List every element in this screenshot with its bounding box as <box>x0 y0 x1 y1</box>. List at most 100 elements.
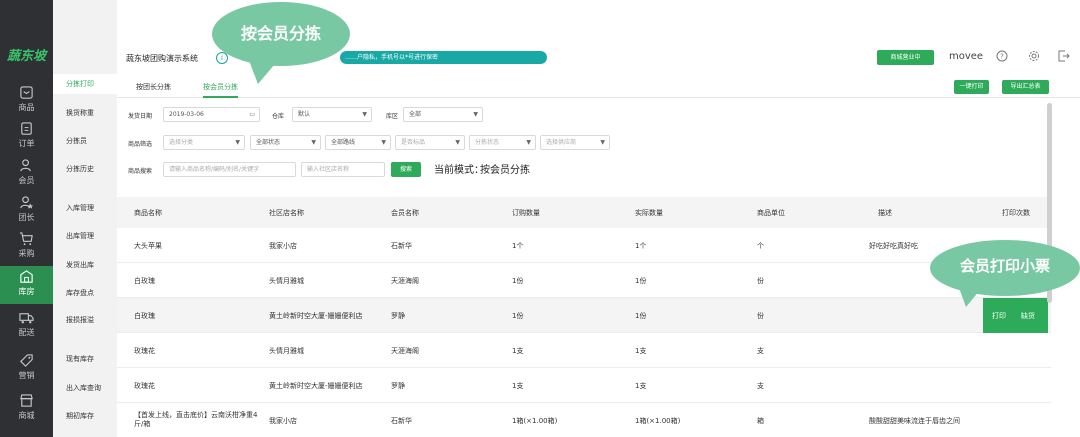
chevron-down-icon: ▼ <box>600 139 605 146</box>
route-select[interactable]: 全部路线 ▼ <box>325 135 391 150</box>
app-title: 蔬东坡团购演示系统 <box>126 54 198 63</box>
zone-select[interactable]: 全部 ▼ <box>403 107 483 122</box>
tab-by-member[interactable]: 按会员分拣 <box>203 82 238 98</box>
goods-search-label: 商品搜索 <box>128 168 153 175</box>
subnav-item-inbound[interactable]: 入库管理 <box>53 198 117 218</box>
search-button[interactable]: 搜索 <box>391 162 421 177</box>
chevron-down-icon: ▼ <box>235 139 240 146</box>
table-row[interactable]: 大头苹果 我家小店 石新华 1个 1个 个 好吃好吃真好吃 <box>117 228 1051 263</box>
cell-member: 罗静 <box>391 312 405 320</box>
cell-unit: 箱 <box>757 417 764 425</box>
cell-member: 天涯海阁 <box>391 347 419 355</box>
truck-icon <box>19 313 34 324</box>
cell-store: 头情月雅城 <box>269 277 304 285</box>
leader-icon <box>20 196 34 209</box>
cell-store: 黄土岭新时空大厦-姗姗便利店 <box>269 382 363 390</box>
current-mode-label: 当前模式： <box>434 165 484 176</box>
rail-item-leaders[interactable]: 团长 <box>0 192 53 230</box>
cell-actual: 1个 <box>635 242 647 250</box>
print-button[interactable]: 打印 <box>992 311 1006 321</box>
cell-goods: 白玫瑰 <box>134 277 155 285</box>
ship-date-picker[interactable]: 2019-03-06 ▭ <box>163 107 260 122</box>
rail-item-members[interactable]: 会员 <box>0 155 53 193</box>
cell-unit: 支 <box>757 347 764 355</box>
subnav-item-loss-report[interactable]: 报损报溢 <box>53 310 117 330</box>
subnav-item-stock-query[interactable]: 出入库查询 <box>53 378 117 398</box>
rail-item-marketing[interactable]: 营销 <box>0 350 53 388</box>
help-icon[interactable]: ? <box>995 50 1009 64</box>
subnav-item-outbound[interactable]: 出库管理 <box>53 226 117 246</box>
rail-item-mall[interactable]: 商城 <box>0 390 53 428</box>
cell-actual: 1箱(×1.00箱) <box>635 417 681 425</box>
cell-ordered: 1个 <box>512 242 524 250</box>
rail-label: 营销 <box>18 371 35 380</box>
table-row[interactable]: 玫瑰花 头情月雅城 天涯海阁 1支 1支 支 <box>117 333 1051 368</box>
rail-item-orders[interactable]: 订单 <box>0 118 53 156</box>
calendar-icon: ▭ <box>249 111 255 118</box>
warehouse-select[interactable]: 默认 ▼ <box>292 107 372 122</box>
category-select[interactable]: 选择分类 ▼ <box>163 135 245 150</box>
callout-print-receipt: 会员打印小票 <box>930 240 1080 296</box>
subnav-item-stocktake[interactable]: 库存盘点 <box>53 283 117 303</box>
table-header: 商品名称 社区店名称 会员名称 订购数量 实际数量 商品单位 描述 打印次数 <box>117 197 1051 228</box>
supplier-placeholder: 选择供应商 <box>546 139 577 146</box>
table-row[interactable]: 白玫瑰 头情月雅城 天涯海阁 1份 1份 份 <box>117 263 1051 298</box>
tab-by-leader[interactable]: 按团长分拣 <box>136 82 171 92</box>
subnav-item-opening-stock[interactable]: 期初库存 <box>53 406 117 426</box>
sort-status-placeholder: 分拣状态 <box>475 139 500 146</box>
standard-placeholder: 是否标品 <box>401 139 426 146</box>
logo-text: 蔬东坡 <box>7 49 47 64</box>
column-header: 会员名称 <box>391 209 419 217</box>
cell-store: 我家小店 <box>269 417 297 425</box>
svg-text:?: ? <box>1000 53 1004 61</box>
rail-label: 团长 <box>18 213 35 222</box>
cell-unit: 支 <box>757 382 764 390</box>
rail-label: 采购 <box>18 249 35 258</box>
cell-ordered: 1支 <box>512 382 524 390</box>
cell-desc: 好吃好吃真好吃 <box>869 242 918 250</box>
rail-item-purchase[interactable]: 采购 <box>0 228 53 266</box>
column-header: 打印次数 <box>1002 209 1030 217</box>
table-row[interactable]: 【首发上线，直击底价】云南沃柑净重4斤/箱 我家小店 石新华 1箱(×1.00箱… <box>117 403 1051 437</box>
rail-item-delivery[interactable]: 配送 <box>0 307 53 345</box>
subnav-item-reweigh[interactable]: 换货称重 <box>53 103 117 123</box>
cell-member: 天涯海阁 <box>391 277 419 285</box>
subnav-item-sort-history[interactable]: 分拣历史 <box>53 159 117 179</box>
table-row[interactable]: 玫瑰花 黄土岭新时空大厦-姗姗便利店 罗静 1支 1支 支 <box>117 368 1051 403</box>
out-of-stock-button[interactable]: 缺货 <box>1021 311 1035 321</box>
table-row[interactable]: 白玫瑰 黄土岭新时空大厦-姗姗便利店 罗静 1份 1份 份 打印 缺货 <box>117 298 1051 333</box>
subnav-item-current-stock[interactable]: 现有库存 <box>53 349 117 369</box>
cell-goods: 玫瑰花 <box>134 382 155 390</box>
cell-actual: 1支 <box>635 347 647 355</box>
goods-search-input[interactable]: 请输入商品名称/编码/别名/关键字 <box>163 162 296 177</box>
logout-icon[interactable] <box>1057 50 1071 64</box>
store-search-input[interactable]: 输入社区店名称 <box>301 162 385 177</box>
column-header: 实际数量 <box>635 209 663 217</box>
current-mode-value: 按会员分拣 <box>480 165 530 176</box>
chevron-down-icon: ▼ <box>473 111 478 118</box>
sub-nav: 分拣打印 换货称重 分拣员 分拣历史 入库管理 出库管理 发货出库 库存盘点 报… <box>53 0 117 437</box>
column-header: 订购数量 <box>512 209 540 217</box>
subnav-item-sort-print[interactable]: 分拣打印 <box>53 74 117 94</box>
print-all-button[interactable]: 一键打印 <box>954 80 989 94</box>
username[interactable]: movee <box>949 51 983 62</box>
status-select[interactable]: 全部状态 ▼ <box>250 135 321 150</box>
store-status-button[interactable]: 商城营业中 <box>877 50 934 65</box>
sort-status-select[interactable]: 分拣状态 ▼ <box>469 135 536 150</box>
cell-member: 罗静 <box>391 382 405 390</box>
rail-label: 库房 <box>18 287 35 296</box>
rail-item-warehouse[interactable]: 库房 <box>0 266 53 304</box>
gear-icon[interactable] <box>1027 50 1041 64</box>
chevron-down-icon: ▼ <box>362 111 367 118</box>
status-value: 全部状态 <box>256 139 281 146</box>
subnav-item-sorters[interactable]: 分拣员 <box>53 131 117 151</box>
supplier-select[interactable]: 选择供应商 ▼ <box>540 135 610 150</box>
export-summary-button[interactable]: 导出汇总表 <box>1002 80 1049 94</box>
cell-ordered: 1箱(×1.00箱) <box>512 417 558 425</box>
rail-label: 商品 <box>18 103 35 112</box>
standard-select[interactable]: 是否标品 ▼ <box>395 135 465 150</box>
rail-item-goods[interactable]: 商品 <box>0 82 53 120</box>
clipboard-icon <box>21 122 32 135</box>
rail-label: 订单 <box>18 139 35 148</box>
subnav-item-ship-out[interactable]: 发货出库 <box>53 255 117 275</box>
